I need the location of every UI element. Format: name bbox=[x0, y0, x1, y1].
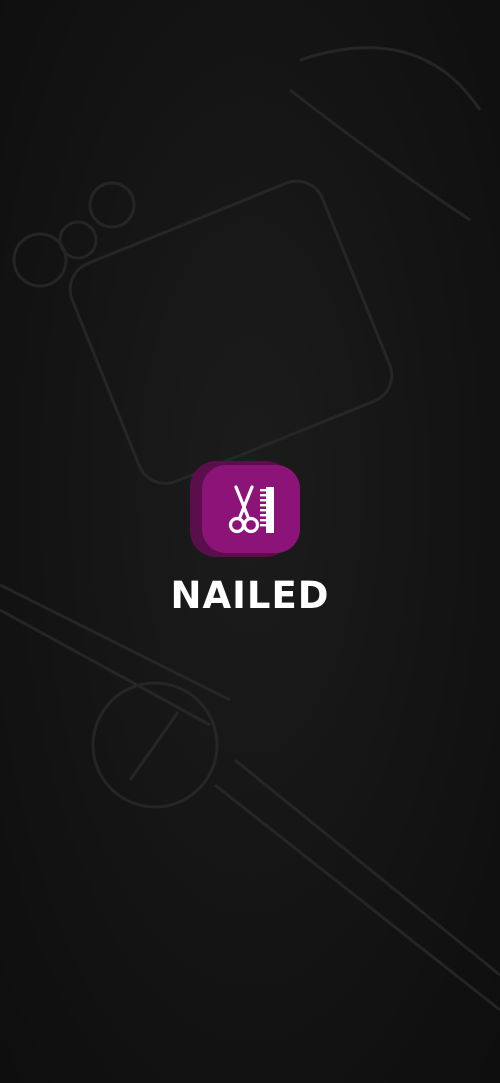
logo-tile bbox=[202, 465, 300, 553]
app-name: NAILED bbox=[170, 574, 330, 617]
splash-screen: NAILED bbox=[0, 0, 500, 1083]
app-logo bbox=[190, 461, 310, 557]
scissors-comb-icon bbox=[228, 485, 274, 534]
